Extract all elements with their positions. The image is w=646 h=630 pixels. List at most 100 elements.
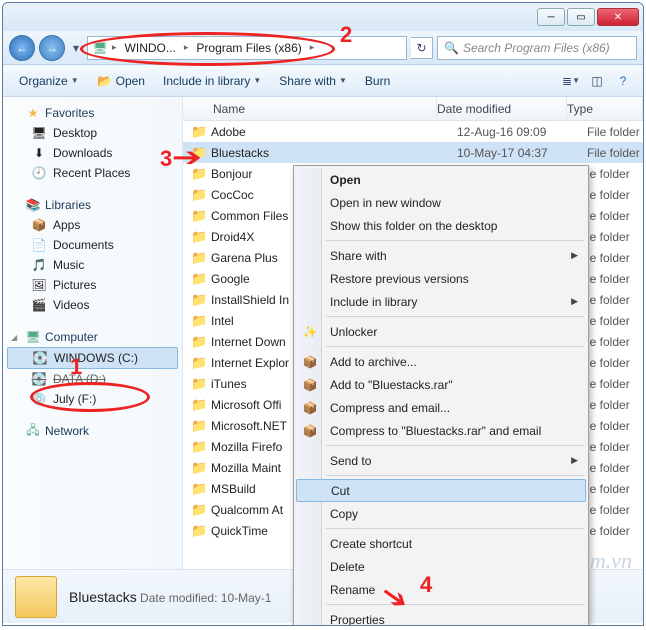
breadcrumb-seg2[interactable]: Program Files (x86) [192, 41, 305, 55]
folder-icon: 📁 [191, 145, 211, 161]
star-icon: ★ [25, 105, 41, 121]
sidebar-item-apps[interactable]: 📦Apps [7, 215, 178, 235]
chevron-right-icon: ▶ [571, 455, 578, 466]
ctx-include-library[interactable]: Include in library▶ [296, 290, 586, 313]
folder-icon: 📁 [191, 481, 211, 497]
open-button[interactable]: 📂Open [89, 69, 153, 93]
close-button[interactable]: ✕ [597, 8, 639, 26]
file-type: le folder [587, 503, 630, 517]
network-group[interactable]: 🖧Network [7, 421, 178, 441]
favorites-group[interactable]: ★Favorites [7, 103, 178, 123]
folder-icon: 📁 [191, 166, 211, 182]
ctx-delete[interactable]: Delete [296, 555, 586, 578]
file-type: File folder [587, 146, 640, 160]
folder-icon: 📁 [191, 334, 211, 350]
folder-icon [15, 576, 57, 618]
file-date: 10-May-17 04:37 [457, 146, 587, 160]
folder-icon: 📁 [191, 397, 211, 413]
details-name: Bluestacks [69, 589, 137, 605]
column-date[interactable]: Date modified [437, 97, 567, 120]
ctx-add-archive[interactable]: 📦Add to archive... [296, 350, 586, 373]
breadcrumb-seg1[interactable]: WINDO... [121, 41, 180, 55]
ctx-add-rar[interactable]: 📦Add to "Bluestacks.rar" [296, 373, 586, 396]
back-button[interactable]: ← [9, 35, 35, 61]
ctx-send-to[interactable]: Send to▶ [296, 449, 586, 472]
history-dropdown[interactable]: ▾ [69, 38, 83, 58]
minimize-button[interactable]: ─ [537, 8, 565, 26]
burn-button[interactable]: Burn [357, 70, 398, 92]
folder-icon: 📁 [191, 229, 211, 245]
ctx-copy[interactable]: Copy [296, 502, 586, 525]
file-type: le folder [587, 524, 630, 538]
ctx-rename[interactable]: Rename [296, 578, 586, 601]
network-icon: 🖧 [25, 423, 41, 439]
file-row[interactable]: 📁Bluestacks10-May-17 04:37File folder [183, 142, 643, 163]
libraries-icon: 📚 [25, 197, 41, 213]
archive-icon: 📦 [302, 401, 318, 415]
file-type: le folder [587, 461, 630, 475]
recent-icon: 🕘 [31, 165, 47, 181]
pictures-icon: 🖼 [31, 277, 47, 293]
ctx-show-on-desktop[interactable]: Show this folder on the desktop [296, 214, 586, 237]
computer-group[interactable]: ◢🖥Computer [7, 327, 178, 347]
search-input[interactable]: 🔍 Search Program Files (x86) [437, 36, 637, 60]
view-options-button[interactable]: ≣ ▼ [559, 70, 583, 92]
column-type[interactable]: Type [567, 97, 643, 120]
sidebar-item-downloads[interactable]: ⬇Downloads [7, 143, 178, 163]
search-placeholder: Search Program Files (x86) [463, 41, 610, 55]
ctx-share-with[interactable]: Share with▶ [296, 244, 586, 267]
chevron-right-icon: ▶ [571, 296, 578, 307]
ctx-properties[interactable]: Properties [296, 608, 586, 626]
toolbar: Organize▼ 📂Open Include in library▼ Shar… [3, 65, 643, 97]
share-with-button[interactable]: Share with▼ [271, 70, 355, 92]
file-type: le folder [587, 377, 630, 391]
folder-icon: 📁 [191, 355, 211, 371]
chevron-right-icon[interactable]: ▸ [182, 42, 191, 53]
help-button[interactable]: ? [611, 70, 635, 92]
sidebar-item-recent[interactable]: 🕘Recent Places [7, 163, 178, 183]
file-type: le folder [587, 440, 630, 454]
videos-icon: 🎬 [31, 297, 47, 313]
sidebar-item-documents[interactable]: 📄Documents [7, 235, 178, 255]
ctx-create-shortcut[interactable]: Create shortcut [296, 532, 586, 555]
column-name[interactable]: Name [191, 97, 437, 120]
ctx-restore-versions[interactable]: Restore previous versions [296, 267, 586, 290]
context-menu: Open Open in new window Show this folder… [293, 165, 589, 626]
address-bar[interactable]: 🖥 ▸ WINDO... ▸ Program Files (x86) ▸ [87, 36, 407, 60]
file-type: le folder [587, 335, 630, 349]
ctx-compress-email[interactable]: 📦Compress and email... [296, 396, 586, 419]
file-type: le folder [587, 251, 630, 265]
sidebar-item-drive-c[interactable]: 💽WINDOWS (C:) [7, 347, 178, 369]
explorer-window: ─ ▭ ✕ ← → ▾ 🖥 ▸ WINDO... ▸ Program Files… [2, 2, 644, 626]
preview-pane-button[interactable]: ◫ [585, 70, 609, 92]
file-row[interactable]: 📁Adobe12-Aug-16 09:09File folder [183, 121, 643, 142]
ctx-cut[interactable]: Cut [296, 479, 586, 502]
include-library-button[interactable]: Include in library▼ [155, 70, 269, 92]
folder-open-icon: 📂 [97, 73, 113, 89]
file-type: le folder [587, 293, 630, 307]
file-type: le folder [587, 209, 630, 223]
sidebar-item-videos[interactable]: 🎬Videos [7, 295, 178, 315]
ctx-open[interactable]: Open [296, 168, 586, 191]
computer-icon: 🖥 [25, 329, 41, 345]
libraries-group[interactable]: 📚Libraries [7, 195, 178, 215]
sidebar-item-pictures[interactable]: 🖼Pictures [7, 275, 178, 295]
chevron-right-icon[interactable]: ▸ [308, 42, 317, 53]
chevron-right-icon[interactable]: ▸ [110, 42, 119, 53]
organize-button[interactable]: Organize▼ [11, 70, 87, 92]
sidebar-item-desktop[interactable]: 🖥Desktop [7, 123, 178, 143]
ctx-unlocker[interactable]: ✨Unlocker [296, 320, 586, 343]
maximize-button[interactable]: ▭ [567, 8, 595, 26]
ctx-open-new-window[interactable]: Open in new window [296, 191, 586, 214]
ctx-compress-rar-email[interactable]: 📦Compress to "Bluestacks.rar" and email [296, 419, 586, 442]
chevron-right-icon: ▶ [571, 250, 578, 261]
sidebar-item-drive-d[interactable]: 💽DATA (D:) [7, 369, 178, 389]
column-headers: Name Date modified Type [183, 97, 643, 121]
desktop-icon: 🖥 [31, 125, 47, 141]
sidebar-item-drive-f[interactable]: 💿July (F:) [7, 389, 178, 409]
forward-button[interactable]: → [39, 35, 65, 61]
refresh-button[interactable]: ↻ [411, 37, 433, 59]
sidebar-item-music[interactable]: 🎵Music [7, 255, 178, 275]
apps-icon: 📦 [31, 217, 47, 233]
file-type: le folder [587, 356, 630, 370]
